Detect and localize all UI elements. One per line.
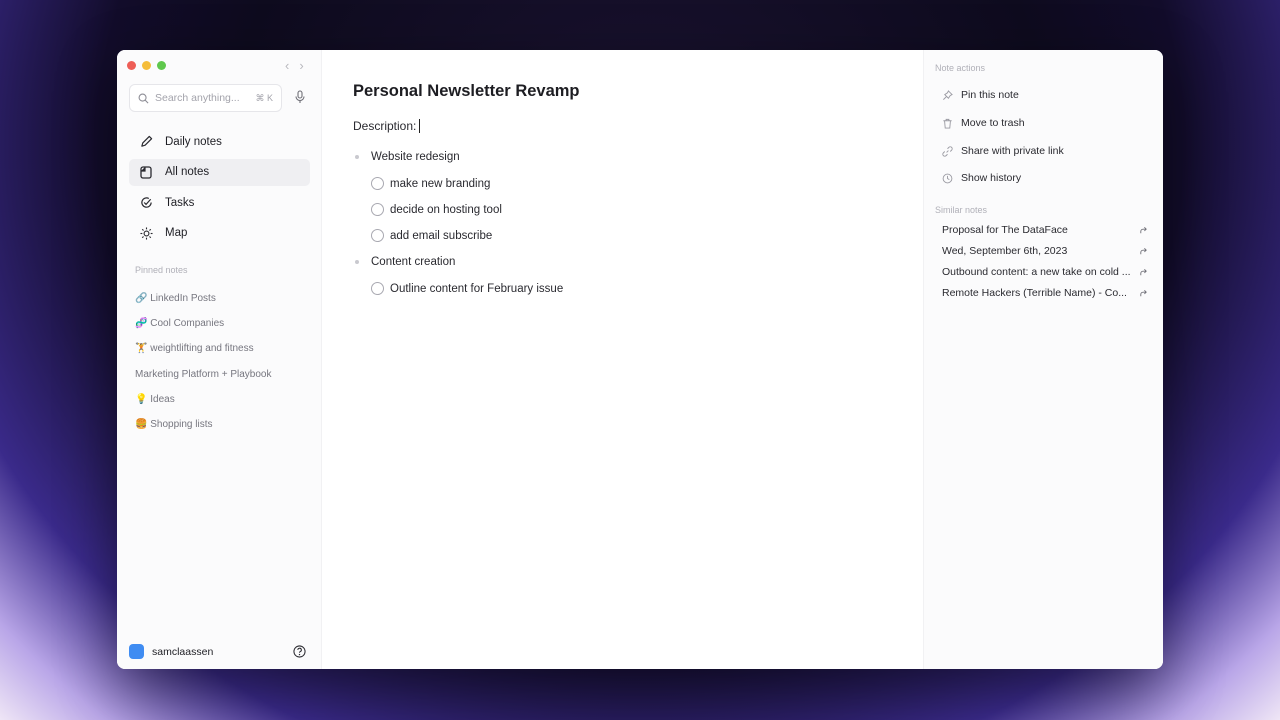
- nav-item-map[interactable]: Map: [129, 220, 310, 247]
- search-placeholder: Search anything...: [155, 92, 240, 104]
- sidebar: ‹ › Search anything... ⌘ K Daily notes A…: [117, 50, 322, 669]
- similar-note-title: Remote Hackers (Terrible Name) - Co...: [942, 287, 1127, 299]
- task-item[interactable]: make new branding: [371, 177, 490, 190]
- similar-note-title: Proposal for The DataFace: [942, 224, 1068, 236]
- avatar: [129, 644, 144, 659]
- pinned-note[interactable]: 💡 Ideas: [135, 387, 271, 412]
- maximize-window-button[interactable]: [157, 61, 166, 70]
- action-label: Pin this note: [961, 89, 1019, 101]
- similar-note-title: Outbound content: a new take on cold ...: [942, 266, 1131, 278]
- note-editor[interactable]: Personal Newsletter Revamp Description: …: [322, 50, 923, 669]
- pinned-note[interactable]: 🍔 Shopping lists: [135, 412, 271, 437]
- task-item[interactable]: add email subscribe: [371, 229, 492, 242]
- similar-note-link[interactable]: Wed, September 6th, 2023: [942, 245, 1148, 257]
- user-account[interactable]: samclaassen: [129, 644, 213, 659]
- similar-note-link[interactable]: Remote Hackers (Terrible Name) - Co...: [942, 287, 1148, 299]
- task-text: decide on hosting tool: [390, 203, 502, 216]
- chevron-left-icon[interactable]: ‹: [285, 58, 289, 73]
- redirect-arrow-icon: [1140, 226, 1147, 233]
- pinned-notes-heading: Pinned notes: [135, 265, 188, 275]
- clock-icon: [942, 173, 954, 184]
- bullet-icon: [355, 155, 359, 159]
- pinned-note[interactable]: 🏋 weightlifting and fitness: [135, 336, 271, 361]
- notes-icon: [139, 165, 153, 179]
- search-input[interactable]: Search anything... ⌘ K: [129, 84, 282, 112]
- nav-label: Daily notes: [165, 135, 222, 148]
- bullet-icon: [355, 260, 359, 264]
- pin-note-button[interactable]: Pin this note: [942, 89, 1019, 101]
- checkbox[interactable]: [371, 282, 384, 295]
- help-icon[interactable]: [293, 645, 306, 658]
- checkbox[interactable]: [371, 177, 384, 190]
- window-controls: [127, 61, 166, 70]
- action-label: Share with private link: [961, 145, 1064, 157]
- close-window-button[interactable]: [127, 61, 136, 70]
- sun-icon: [139, 226, 153, 240]
- similar-note-title: Wed, September 6th, 2023: [942, 245, 1068, 257]
- action-label: Move to trash: [961, 117, 1025, 129]
- checkbox[interactable]: [371, 203, 384, 216]
- description-label: Description:: [353, 119, 417, 133]
- list-item[interactable]: Website redesign: [355, 151, 460, 163]
- list-item[interactable]: Content creation: [355, 256, 455, 268]
- similar-notes-heading: Similar notes: [935, 205, 988, 215]
- pinned-note[interactable]: Marketing Platform + Playbook: [135, 362, 271, 387]
- nav-item-tasks[interactable]: Tasks: [129, 189, 310, 216]
- nav-item-daily-notes[interactable]: Daily notes: [129, 128, 310, 155]
- pencil-icon: [139, 135, 153, 149]
- similar-note-link[interactable]: Outbound content: a new take on cold ...: [942, 266, 1148, 278]
- nav-item-all-notes[interactable]: All notes: [129, 158, 310, 186]
- search-icon: [138, 93, 149, 103]
- note-actions-heading: Note actions: [935, 63, 986, 73]
- task-text: Outline content for February issue: [390, 282, 564, 295]
- history-nav: ‹ ›: [285, 58, 304, 73]
- microphone-icon[interactable]: [295, 90, 305, 104]
- redirect-arrow-icon: [1140, 289, 1147, 296]
- checkbox[interactable]: [371, 229, 384, 242]
- text-cursor: [419, 119, 421, 133]
- task-item[interactable]: decide on hosting tool: [371, 203, 502, 216]
- share-link-button[interactable]: Share with private link: [942, 145, 1064, 157]
- action-label: Show history: [961, 172, 1022, 184]
- username: samclaassen: [152, 645, 214, 658]
- note-side-panel: Note actions Pin this note Move to trash…: [923, 50, 1163, 669]
- pinned-note[interactable]: 🔗 LinkedIn Posts: [135, 286, 271, 311]
- main-nav: Daily notes All notes Tasks Map: [129, 128, 310, 250]
- show-history-button[interactable]: Show history: [942, 172, 1021, 184]
- chevron-right-icon[interactable]: ›: [299, 58, 303, 73]
- note-title[interactable]: Personal Newsletter Revamp: [353, 82, 580, 101]
- check-circle-icon: [139, 196, 153, 210]
- search-shortcut: ⌘ K: [255, 92, 273, 103]
- link-icon: [942, 145, 954, 157]
- redirect-arrow-icon: [1140, 268, 1147, 275]
- list-item-text: Website redesign: [371, 151, 460, 163]
- minimize-window-button[interactable]: [142, 61, 151, 70]
- nav-label: Map: [165, 227, 188, 239]
- task-text: add email subscribe: [390, 229, 493, 242]
- list-item-text: Content creation: [371, 256, 456, 268]
- note-description[interactable]: Description:: [353, 119, 421, 133]
- pin-icon: [942, 89, 954, 101]
- task-item[interactable]: Outline content for February issue: [371, 282, 563, 295]
- trash-icon: [942, 118, 954, 129]
- similar-note-link[interactable]: Proposal for The DataFace: [942, 224, 1148, 236]
- nav-label: All notes: [165, 166, 210, 178]
- nav-label: Tasks: [165, 196, 195, 209]
- move-to-trash-button[interactable]: Move to trash: [942, 117, 1025, 129]
- task-text: make new branding: [390, 177, 491, 190]
- app-window: ‹ › Search anything... ⌘ K Daily notes A…: [117, 50, 1163, 669]
- pinned-note[interactable]: 🧬 Cool Companies: [135, 311, 271, 336]
- redirect-arrow-icon: [1140, 247, 1147, 254]
- pinned-notes-list: 🔗 LinkedIn Posts 🧬 Cool Companies 🏋 weig…: [135, 286, 271, 437]
